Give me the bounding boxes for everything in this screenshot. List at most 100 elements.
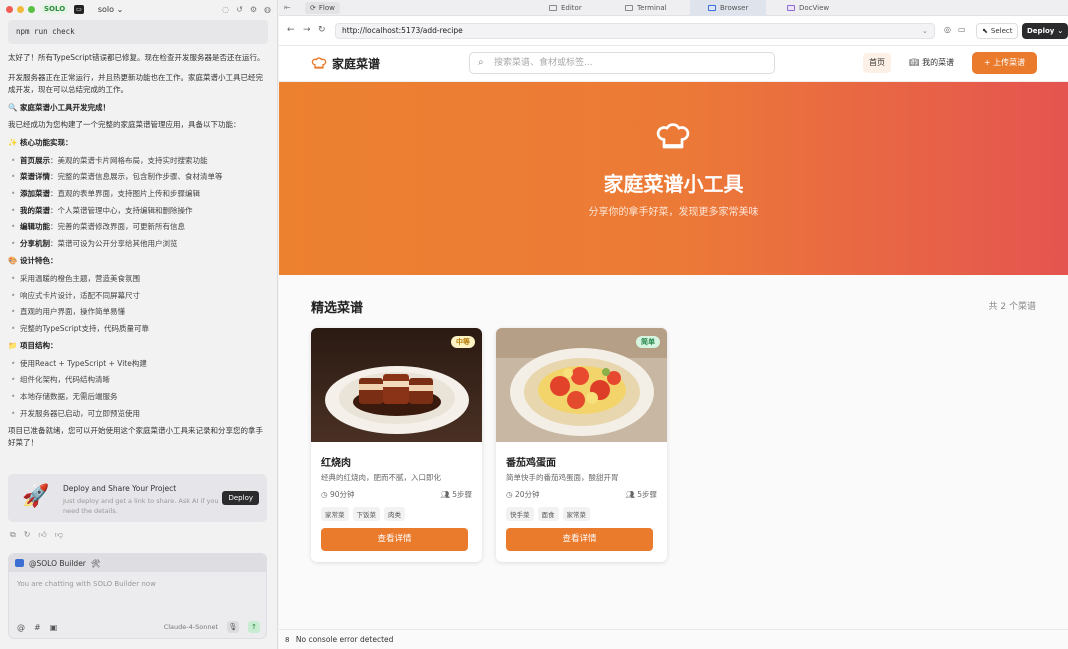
core-feature-item: 我的菜谱：个人菜谱管理中心，支持编辑和删除操作 bbox=[8, 205, 268, 216]
nav-my-label: 我的菜谱 bbox=[922, 58, 955, 67]
deploy-label: Deploy bbox=[1027, 27, 1055, 35]
send-button[interactable]: ↑ bbox=[248, 621, 260, 633]
nav-my-recipes[interactable]: 📖︎ 我的菜谱 bbox=[909, 53, 954, 73]
solo-mode-icon[interactable]: ▭ bbox=[74, 4, 84, 14]
recipe-time-value: 20分钟 bbox=[514, 490, 540, 499]
upload-recipe-button[interactable]: + 上传菜谱 bbox=[972, 52, 1037, 74]
collapse-sidebar-icon[interactable]: ⇤ bbox=[284, 3, 291, 12]
tab-terminal[interactable]: Terminal bbox=[625, 0, 667, 16]
nav-home[interactable]: 首页 bbox=[863, 53, 891, 73]
core-feature-text: ：个人菜谱管理中心，支持编辑和删除操作 bbox=[50, 205, 193, 215]
builder-selector[interactable]: @SOLO Builder 🛠︎ bbox=[9, 554, 266, 572]
recipe-desc: 简单快手的番茄鸡蛋面，酸甜开胃 bbox=[506, 473, 619, 482]
magnifier-emoji-icon: 🔍 bbox=[8, 103, 18, 112]
retry-icon[interactable]: ↻ bbox=[24, 530, 31, 540]
chef-hat-icon bbox=[311, 56, 327, 69]
image-icon[interactable]: ▣ bbox=[50, 623, 58, 632]
tab-flow[interactable]: ⟳ Flow bbox=[305, 2, 340, 14]
structure-item: 使用React + TypeScript + Vite构建 bbox=[8, 358, 268, 369]
project-switcher[interactable]: solo ⌄ bbox=[98, 5, 123, 14]
recipe-steps-value: 5步骤 bbox=[452, 490, 472, 499]
chat-input-box[interactable]: @SOLO Builder 🛠︎ You are chatting with S… bbox=[8, 553, 267, 639]
core-feature-item: 添加菜谱：直观的表单界面，支持图片上传和步骤编辑 bbox=[8, 188, 268, 199]
url-input[interactable]: http://localhost:5173/add-recipe ⌄ bbox=[335, 23, 935, 39]
tab-docview[interactable]: DocView bbox=[787, 0, 829, 16]
deploy-card-button[interactable]: Deploy bbox=[222, 491, 259, 505]
site-logo[interactable]: 家庭菜谱 bbox=[311, 55, 380, 72]
done-heading-text: 家庭菜谱小工具开发完成！ bbox=[19, 103, 110, 112]
chat-bubble-icon[interactable]: ◌ bbox=[222, 5, 229, 14]
deploy-card-title: Deploy and Share Your Project bbox=[63, 484, 177, 493]
recipe-tag: 家常菜 bbox=[321, 507, 349, 521]
clock-icon: ◷ bbox=[506, 490, 513, 499]
mention-icon[interactable]: @ bbox=[17, 623, 25, 632]
code-block: npm run check bbox=[8, 20, 268, 44]
tools-icon: 🛠︎ bbox=[90, 558, 101, 568]
search-placeholder: 搜索菜谱、食材或标签... bbox=[494, 58, 593, 68]
deploy-card: 🚀 Deploy and Share Your Project Just dep… bbox=[8, 474, 267, 522]
copy-icon[interactable]: ⧉ bbox=[10, 530, 16, 540]
docview-icon bbox=[787, 5, 795, 11]
gear-icon[interactable]: ⚙ bbox=[250, 5, 257, 14]
recipe-steps: 👥︎ 5步骤 bbox=[625, 489, 657, 500]
select-element-button[interactable]: ⬉ Select bbox=[976, 23, 1019, 39]
core-section-title: ✨ 核心功能实现： bbox=[8, 137, 268, 149]
deploy-button[interactable]: Deploy ⌄ bbox=[1022, 23, 1068, 39]
chat-panel: SOLO ▭ solo ⌄ ◌ ↺ ⚙ ◍ npm run check 太好了！… bbox=[0, 0, 278, 649]
recipe-search-input[interactable]: ⌕ 搜索菜谱、食材或标签... bbox=[469, 52, 775, 74]
close-window-button[interactable] bbox=[6, 5, 13, 13]
chevron-down-icon[interactable]: ⌄ bbox=[922, 24, 928, 38]
recipe-time: ◷ 90分钟 bbox=[321, 489, 354, 500]
back-arrow-icon[interactable]: ← bbox=[287, 25, 295, 35]
tab-browser[interactable]: Browser bbox=[690, 0, 767, 16]
core-feature-text: ：菜谱可设为公开分享给其他用户浏览 bbox=[50, 239, 178, 249]
view-details-button[interactable]: 查看详情 bbox=[321, 528, 468, 551]
hash-icon[interactable]: # bbox=[34, 623, 41, 632]
model-selector[interactable]: Claude-4-Sonnet bbox=[164, 623, 218, 631]
chat-topbar: SOLO ▭ solo ⌄ ◌ ↺ ⚙ ◍ bbox=[0, 0, 277, 18]
reload-icon[interactable]: ↻ bbox=[318, 25, 326, 35]
project-name: solo bbox=[97, 4, 115, 14]
console-count[interactable]: 8 bbox=[285, 636, 289, 644]
screen-icon[interactable]: ▭ bbox=[958, 25, 966, 34]
recipe-name: 红烧肉 bbox=[321, 458, 351, 469]
account-icon[interactable]: ◍ bbox=[264, 5, 271, 14]
recipe-count: 共 2 个菜谱 bbox=[988, 302, 1036, 312]
forward-arrow-icon[interactable]: → bbox=[303, 25, 311, 35]
workspace-tabbar: ⇤ ⟳ Flow Editor Terminal Browser DocView bbox=[279, 0, 1068, 16]
structure-item: 开发服务器已启动，可立即预览使用 bbox=[8, 408, 268, 419]
target-icon[interactable]: ◎ bbox=[944, 25, 951, 34]
recipe-meta: ◷ 20分钟 👥︎ 5步骤 bbox=[506, 489, 657, 500]
intro-text: 我已经成功为您构建了一个完整的家庭菜谱管理应用，具备以下功能： bbox=[8, 120, 241, 129]
core-feature-text: ：完善的菜谱修改界面，可更新所有信息 bbox=[50, 222, 185, 232]
microphone-icon[interactable]: 🎙︎ bbox=[227, 621, 239, 633]
minimize-window-button[interactable] bbox=[17, 5, 24, 13]
recipe-tag: 面食 bbox=[537, 507, 559, 521]
view-details-button[interactable]: 查看详情 bbox=[506, 528, 653, 551]
people-icon: 👥︎ bbox=[625, 490, 635, 499]
design-list: 采用温暖的橙色主题，营造美食氛围响应式卡片设计，适配不同屏幕尺寸直观的用户界面，… bbox=[8, 273, 268, 334]
closing-text: 项目已准备就绪，您可以开始使用这个家庭菜谱小工具来记录和分享您的拿手好菜了！ bbox=[8, 425, 263, 447]
sparkle-icon: ✨ bbox=[8, 138, 18, 147]
clock-icon: ◷ bbox=[321, 490, 328, 499]
tab-editor-label: Editor bbox=[561, 4, 582, 12]
book-icon: 📖︎ bbox=[909, 58, 920, 67]
thumbs-down-icon[interactable]: 👎︎ bbox=[55, 530, 63, 540]
core-feature-item: 分享机制：菜谱可设为公开分享给其他用户浏览 bbox=[8, 238, 268, 249]
chat-messages: npm run check 太好了！所有TypeScript错误都已修复。现在检… bbox=[8, 20, 268, 449]
core-feature-item: 编辑功能：完善的菜谱修改界面，可更新所有信息 bbox=[8, 221, 268, 232]
people-icon: 👥︎ bbox=[440, 490, 450, 499]
rocket-icon: 🚀 bbox=[22, 484, 50, 509]
history-icon[interactable]: ↺ bbox=[236, 5, 243, 14]
recipe-meta: ◷ 90分钟 👥︎ 5步骤 bbox=[321, 489, 472, 500]
recipe-card[interactable]: 中等 红烧肉 经典的红烧肉，肥而不腻，入口即化 ◷ 90分钟 👥︎ 5步骤 家常… bbox=[311, 328, 482, 562]
thumbs-up-icon[interactable]: 👍︎ bbox=[38, 530, 46, 540]
chat-input-placeholder[interactable]: You are chatting with SOLO Builder now bbox=[9, 572, 266, 596]
done-heading: 🔍 家庭菜谱小工具开发完成！ bbox=[8, 102, 268, 114]
message-paragraph: 太好了！所有TypeScript错误都已修复。现在检查开发服务器是否还在运行。 bbox=[8, 53, 265, 62]
maximize-window-button[interactable] bbox=[28, 5, 35, 13]
recipe-card[interactable]: 简单 番茄鸡蛋面 简单快手的番茄鸡蛋面，酸甜开胃 ◷ 20分钟 👥︎ 5步骤 快… bbox=[496, 328, 667, 562]
cursor-icon: ⬉ bbox=[982, 27, 988, 35]
tab-browser-label: Browser bbox=[720, 4, 749, 12]
tab-editor[interactable]: Editor bbox=[549, 0, 582, 16]
